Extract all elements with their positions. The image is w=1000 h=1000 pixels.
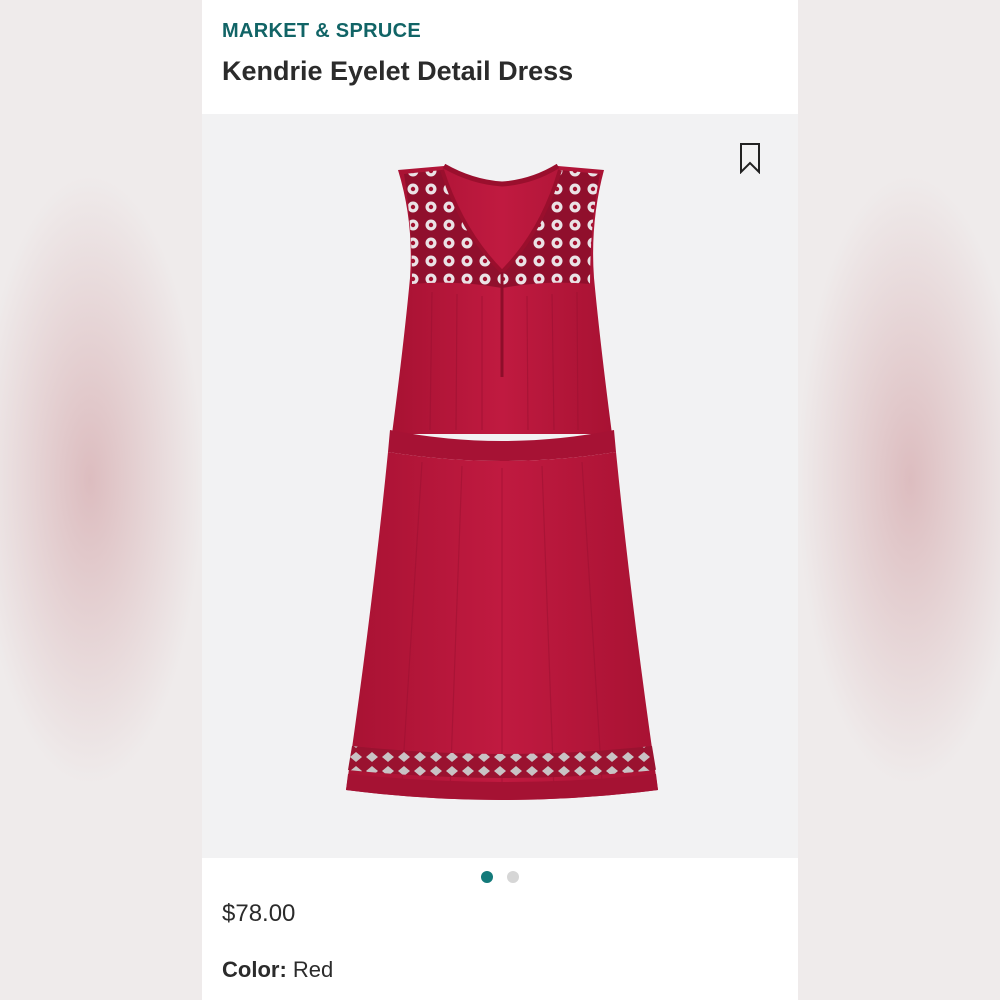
- product-price: $78.00: [222, 900, 296, 927]
- product-card: MARKET & SPRUCE Kendrie Eyelet Detail Dr…: [202, 0, 798, 1000]
- product-title: Kendrie Eyelet Detail Dress: [222, 56, 574, 86]
- product-image-gallery[interactable]: [202, 114, 798, 858]
- gallery-dot-2[interactable]: [507, 871, 519, 883]
- color-row: Color: Red: [222, 957, 333, 983]
- color-value: Red: [292, 957, 334, 982]
- dress-image: [346, 163, 658, 800]
- bookmark-icon[interactable]: [738, 142, 762, 174]
- color-label: Color:: [222, 957, 287, 982]
- gallery-dot-1[interactable]: [481, 871, 493, 883]
- brand-name[interactable]: MARKET & SPRUCE: [222, 20, 421, 43]
- gallery-pagination: [202, 871, 798, 885]
